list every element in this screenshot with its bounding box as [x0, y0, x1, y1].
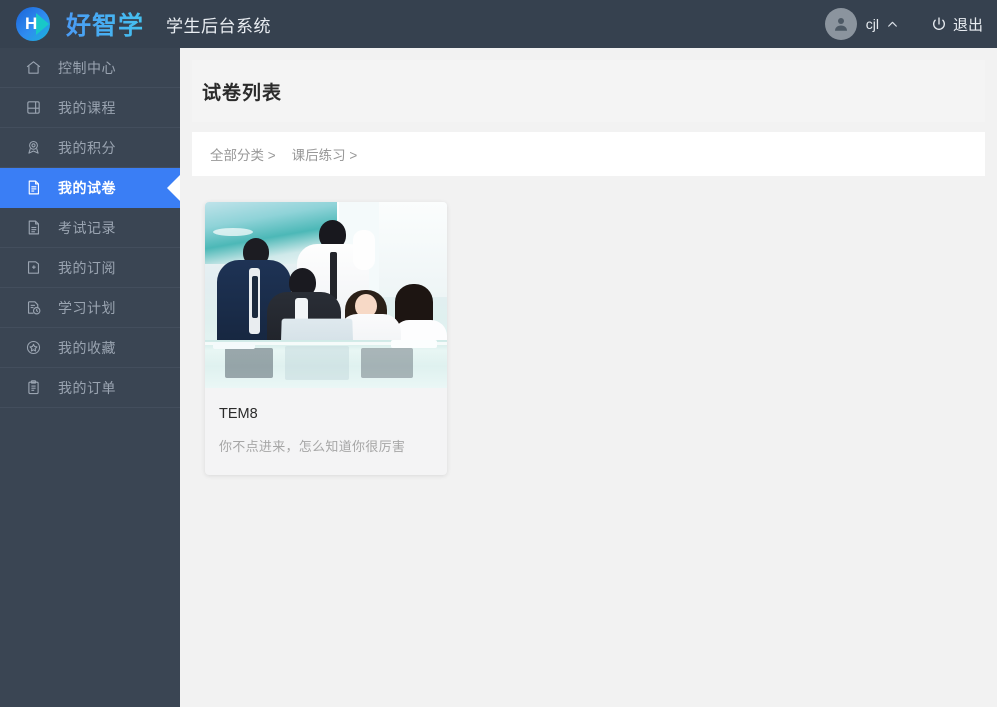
app-root: H 好智学 学生后台系统 cjl 退出 控制中心 我的课程 我的积分 我的试卷 …: [0, 0, 997, 707]
breadcrumb-item-all-categories[interactable]: 全部分类 >: [210, 144, 276, 164]
clipboard-icon: [20, 379, 46, 396]
sidebar-item-label: 控制中心: [58, 59, 116, 76]
page-title: 试卷列表: [202, 82, 283, 104]
user-avatar-icon[interactable]: [824, 8, 857, 40]
glass-table-decor: [205, 340, 447, 388]
person-arm-decor: [353, 230, 375, 270]
book-icon: [20, 99, 46, 116]
sidebar-item-my-papers[interactable]: 我的试卷: [0, 168, 180, 208]
table-reflection-decor: [285, 346, 349, 380]
sidebar-item-label: 我的收藏: [58, 339, 116, 356]
power-icon: [931, 16, 947, 32]
person-tie-decor: [252, 276, 258, 318]
sidebar-item-exam-records[interactable]: 考试记录: [0, 208, 180, 248]
logo-arrow-icon: [36, 13, 49, 35]
document-clock-icon: [20, 299, 46, 316]
star-circle-icon: [20, 339, 46, 356]
logout-button[interactable]: 退出: [931, 14, 983, 35]
table-reflection-decor: [225, 348, 273, 378]
notepad-decor: [213, 342, 255, 349]
brand-logo[interactable]: H 好智学: [16, 4, 144, 44]
person-tie-decor: [330, 252, 337, 300]
table-reflection-decor: [361, 348, 413, 378]
sidebar-item-label: 考试记录: [58, 219, 116, 236]
home-icon: [20, 59, 46, 76]
chevron-up-icon[interactable]: [886, 18, 899, 31]
active-indicator-arrow-icon: [167, 174, 180, 201]
paper-card[interactable]: TEM8 你不点进来，怎么知道你很厉害: [205, 202, 447, 475]
document-lines-icon: [20, 219, 46, 236]
sidebar-item-label: 学习计划: [58, 299, 116, 316]
paper-card-image: [205, 202, 447, 388]
sidebar-item-my-subscriptions[interactable]: 我的订阅: [0, 248, 180, 288]
paper-card-description: 你不点进来，怎么知道你很厉害: [219, 439, 406, 454]
sidebar-item-control-center[interactable]: 控制中心: [0, 48, 180, 88]
breadcrumb-item-after-class-practice[interactable]: 课后练习 >: [292, 144, 358, 164]
paper-card-body: TEM8 你不点进来，怎么知道你很厉害: [205, 388, 447, 475]
sidebar-item-label: 我的订单: [58, 379, 116, 396]
paper-card-title: TEM8: [219, 406, 258, 422]
logout-label: 退出: [952, 16, 983, 34]
top-bar-right: cjl 退出: [824, 0, 997, 48]
main-content: 试卷列表 全部分类 > 课后练习 > TEM8 你不点进来，怎么知道你很厉害: [180, 48, 997, 707]
logo-letter: H: [25, 14, 38, 33]
page-header: 试卷列表: [192, 60, 985, 122]
sidebar-item-study-plan[interactable]: 学习计划: [0, 288, 180, 328]
sidebar-item-my-orders[interactable]: 我的订单: [0, 368, 180, 408]
paper-pen-icon: [20, 179, 46, 196]
sidebar: 控制中心 我的课程 我的积分 我的试卷 考试记录 我的订阅 学习计划 我的收藏 …: [0, 48, 180, 707]
sidebar-item-label: 我的课程: [58, 99, 116, 116]
user-name[interactable]: cjl: [866, 16, 879, 32]
medal-icon: [20, 139, 46, 156]
breadcrumb: 全部分类 > 课后练习 >: [192, 132, 985, 176]
sidebar-item-my-points[interactable]: 我的积分: [0, 128, 180, 168]
system-title: 学生后台系统: [166, 16, 272, 36]
sidebar-item-my-favorites[interactable]: 我的收藏: [0, 328, 180, 368]
sidebar-item-label: 我的积分: [58, 139, 116, 156]
notepad-decor: [391, 340, 437, 348]
logo-mark-icon: H: [16, 4, 56, 44]
top-bar: H 好智学 学生后台系统 cjl 退出: [0, 0, 997, 48]
logo-text: 好智学: [66, 6, 144, 42]
sidebar-item-label: 我的试卷: [58, 179, 116, 196]
paper-card-list: TEM8 你不点进来，怎么知道你很厉害: [192, 202, 985, 475]
sidebar-item-my-courses[interactable]: 我的课程: [0, 88, 180, 128]
folder-plus-icon: [20, 259, 46, 276]
sidebar-item-label: 我的订阅: [58, 259, 116, 276]
